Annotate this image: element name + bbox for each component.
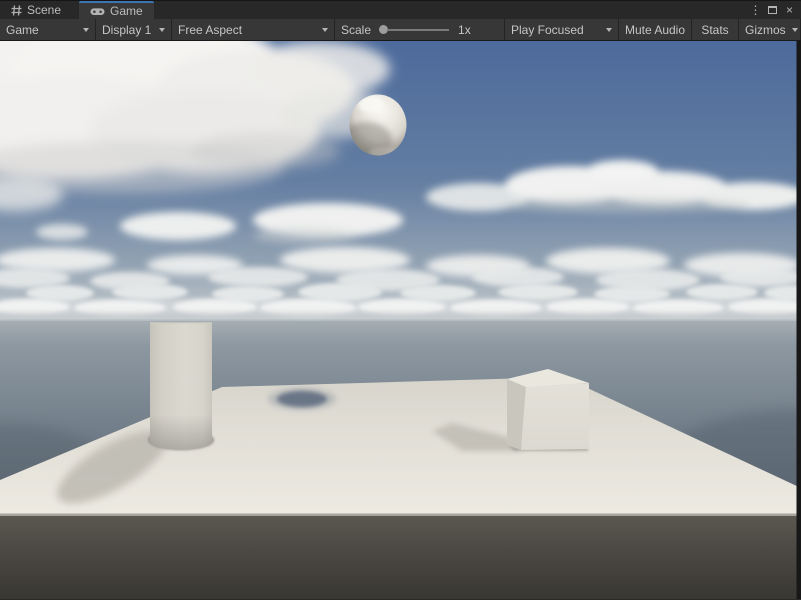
stats-button[interactable]: Stats [692,19,739,40]
play-focused-label: Play Focused [511,23,584,37]
mute-audio-button[interactable]: Mute Audio [619,19,692,40]
scale-slider-track[interactable] [387,29,449,31]
mute-audio-label: Mute Audio [625,23,685,37]
tab-bar-spacer [154,1,747,19]
sphere-shadow [277,391,327,407]
scale-value: 1x [458,23,471,37]
stats-label: Stats [701,23,728,37]
gamepad-icon [90,6,105,17]
scale-label: Scale [341,23,371,37]
game-viewport[interactable] [0,41,801,599]
chevron-down-icon [159,28,165,32]
viewport-right-border [797,41,801,599]
chevron-down-icon [606,28,612,32]
close-button[interactable]: × [781,1,798,19]
window-menu-button[interactable]: ⋮ [747,1,764,19]
kebab-menu-icon: ⋮ [750,3,762,17]
gizmos-label: Gizmos [745,23,786,37]
tab-game[interactable]: Game [79,1,154,19]
play-focused-dropdown[interactable]: Play Focused [505,19,619,40]
game-view-dropdown[interactable]: Game [0,19,96,40]
chevron-down-icon [83,28,89,32]
gizmos-dropdown[interactable]: Gizmos [739,19,801,40]
scale-control: Scale 1x [335,19,505,40]
maximize-icon [768,6,777,14]
unity-game-window: Scene Game ⋮ × Game Display 1 [0,0,801,600]
chevron-down-icon [792,28,798,32]
aspect-dropdown[interactable]: Free Aspect [172,19,335,40]
cube [507,369,589,450]
chevron-down-icon [322,28,328,32]
aspect-dropdown-label: Free Aspect [178,23,242,37]
platform-front-edge [0,514,801,517]
cylinder [150,323,212,450]
tab-label: Game [110,4,143,18]
tab-bar: Scene Game ⋮ × [0,0,801,19]
tab-label: Scene [27,3,61,17]
game-toolbar: Game Display 1 Free Aspect Scale 1x Play… [0,19,801,41]
display-dropdown-label: Display 1 [102,23,151,37]
maximize-button[interactable] [764,1,781,19]
cube-front-face [521,383,589,450]
tab-scene[interactable]: Scene [0,1,72,19]
close-icon: × [786,3,793,17]
game-view-dropdown-label: Game [6,23,39,37]
game-render [0,41,801,599]
ground-plane [0,516,801,599]
scene-grid-icon [11,5,22,16]
display-dropdown[interactable]: Display 1 [96,19,172,40]
